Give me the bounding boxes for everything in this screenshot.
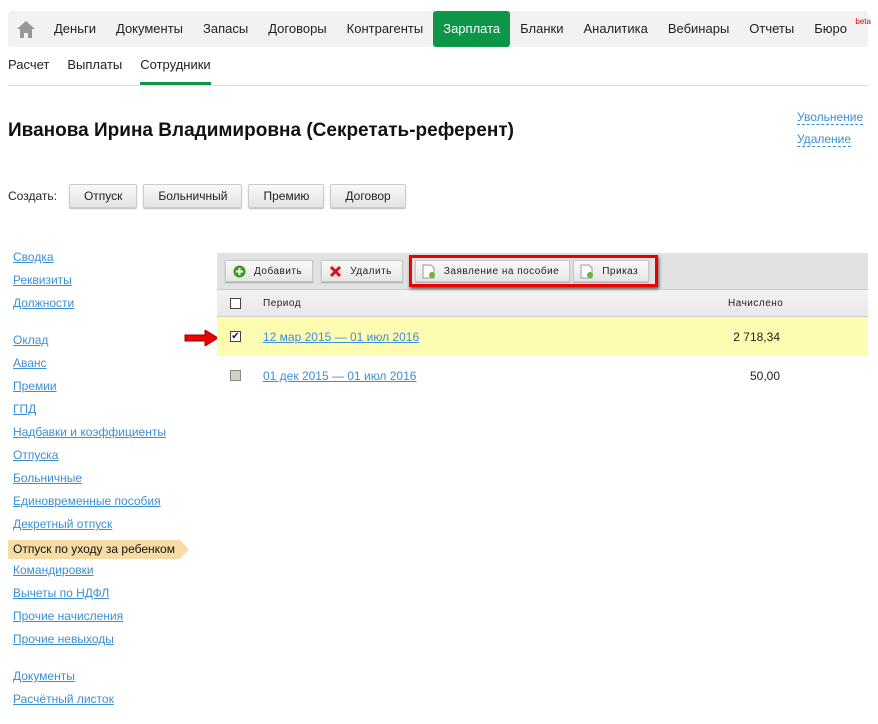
nav-item[interactable]: Договоры: [258, 11, 336, 47]
accrued-header: Начислено: [728, 297, 784, 309]
accrued-value: 2 718,34: [733, 329, 780, 344]
sidebar-item[interactable]: Премии: [13, 379, 189, 402]
sidebar-item[interactable]: Больничные: [13, 471, 189, 494]
divider: [8, 85, 868, 86]
sidebar-item[interactable]: Командировки: [13, 563, 189, 586]
leave-table-panel: Добавить Удалить Заявление на пособие Пр…: [217, 253, 868, 395]
sidebar-item[interactable]: Прочие начисления: [13, 609, 189, 632]
x-icon: [328, 264, 342, 278]
table-row: 01 дек 2015 — 01 июл 2016 50,00: [217, 356, 868, 395]
red-arrow-icon: [184, 330, 219, 346]
document-icon: [422, 264, 436, 278]
create-vacation-button[interactable]: Отпуск: [68, 184, 138, 208]
nav-item[interactable]: Зарплата: [433, 11, 511, 47]
beta-badge: beta: [855, 17, 871, 26]
subnav-tab[interactable]: Выплаты: [67, 57, 122, 85]
benefit-claim-label: Заявление на пособие: [443, 265, 560, 277]
document-icon: [580, 264, 594, 278]
page-title: Иванова Ирина Владимировна (Секретать-ре…: [8, 120, 514, 141]
subnav-tab[interactable]: Расчет: [8, 57, 49, 85]
nav-item[interactable]: Документы: [106, 11, 193, 47]
dismiss-link[interactable]: Увольнение: [797, 110, 864, 125]
create-label: Создать:: [8, 189, 57, 203]
home-icon[interactable]: [8, 11, 44, 47]
period-header: Период: [263, 297, 302, 309]
nav-item[interactable]: Контрагенты: [337, 11, 434, 47]
period-link[interactable]: 01 дек 2015 — 01 июл 2016: [263, 369, 416, 383]
top-nav: Деньги Документы Запасы Договоры Контрагенты…: [8, 11, 871, 47]
order-label: Приказ: [602, 265, 639, 277]
period-link[interactable]: 12 мар 2015 — 01 июл 2016: [263, 330, 419, 344]
nav-item[interactable]: Аналитика: [573, 11, 657, 47]
sidebar-item[interactable]: Отпуска: [13, 448, 189, 471]
nav-item[interactable]: Деньги: [44, 11, 106, 47]
select-all-checkbox[interactable]: [230, 297, 241, 309]
highlight-frame: Заявление на пособие Приказ: [408, 255, 659, 287]
create-sick-leave-button[interactable]: Больничный: [143, 184, 243, 208]
sidebar-item[interactable]: Отпуск по уходу за ребенком: [8, 540, 189, 559]
create-bonus-button[interactable]: Премию: [248, 184, 325, 208]
add-label: Добавить: [254, 265, 303, 277]
sidebar-item[interactable]: Сводка: [13, 250, 189, 273]
nav-item[interactable]: Вебинары: [658, 11, 739, 47]
delete-button[interactable]: Удалить: [321, 260, 403, 282]
row-checkbox[interactable]: ✔: [230, 331, 241, 342]
nav-item[interactable]: Запасы: [193, 11, 258, 47]
accrued-value: 50,00: [749, 368, 780, 383]
sub-nav: Расчет Выплаты Сотрудники: [8, 57, 229, 85]
sidebar-item[interactable]: Единовременные пособия: [13, 494, 189, 517]
sidebar-item[interactable]: Документы: [13, 669, 189, 692]
sidebar-item[interactable]: Декретный отпуск: [13, 517, 189, 540]
create-bar: Создать: Отпуск Больничный Премию Догово…: [8, 184, 412, 208]
delete-link[interactable]: Удаление: [797, 132, 852, 147]
sidebar-item[interactable]: Оклад: [13, 333, 189, 356]
row-checkbox[interactable]: [230, 370, 241, 381]
toolbar: Добавить Удалить Заявление на пособие Пр…: [217, 253, 868, 289]
nav-item[interactable]: Отчеты: [739, 11, 804, 47]
sidebar-item[interactable]: Расчётный листок: [13, 692, 189, 715]
table-header: Период Начислено: [217, 289, 868, 317]
sidebar-item[interactable]: Вычеты по НДФЛ: [13, 586, 189, 609]
sidebar-item[interactable]: Аванс: [13, 356, 189, 379]
sidebar: Сводка Реквизиты Должности Оклад Аванс Премии…: [8, 250, 189, 715]
sidebar-item[interactable]: Реквизиты: [13, 273, 189, 296]
nav-item[interactable]: Бланки: [510, 11, 573, 47]
nav-item[interactable]: Бюро beta: [804, 11, 871, 47]
benefit-claim-button[interactable]: Заявление на пособие: [414, 260, 571, 282]
create-contract-button[interactable]: Договор: [330, 184, 406, 208]
table-row: ✔ 12 мар 2015 — 01 июл 2016 2 718,34: [217, 317, 868, 356]
add-button[interactable]: Добавить: [225, 260, 314, 282]
sidebar-item[interactable]: ГПД: [13, 402, 189, 425]
sidebar-item[interactable]: Должности: [13, 296, 189, 319]
sidebar-item[interactable]: Надбавки и коэффициенты: [13, 425, 189, 448]
subnav-tab[interactable]: Сотрудники: [140, 57, 212, 85]
order-button[interactable]: Приказ: [573, 260, 650, 282]
delete-label: Удалить: [350, 265, 392, 277]
sidebar-item[interactable]: Прочие невыходы: [13, 632, 189, 655]
plus-icon: [232, 264, 246, 278]
